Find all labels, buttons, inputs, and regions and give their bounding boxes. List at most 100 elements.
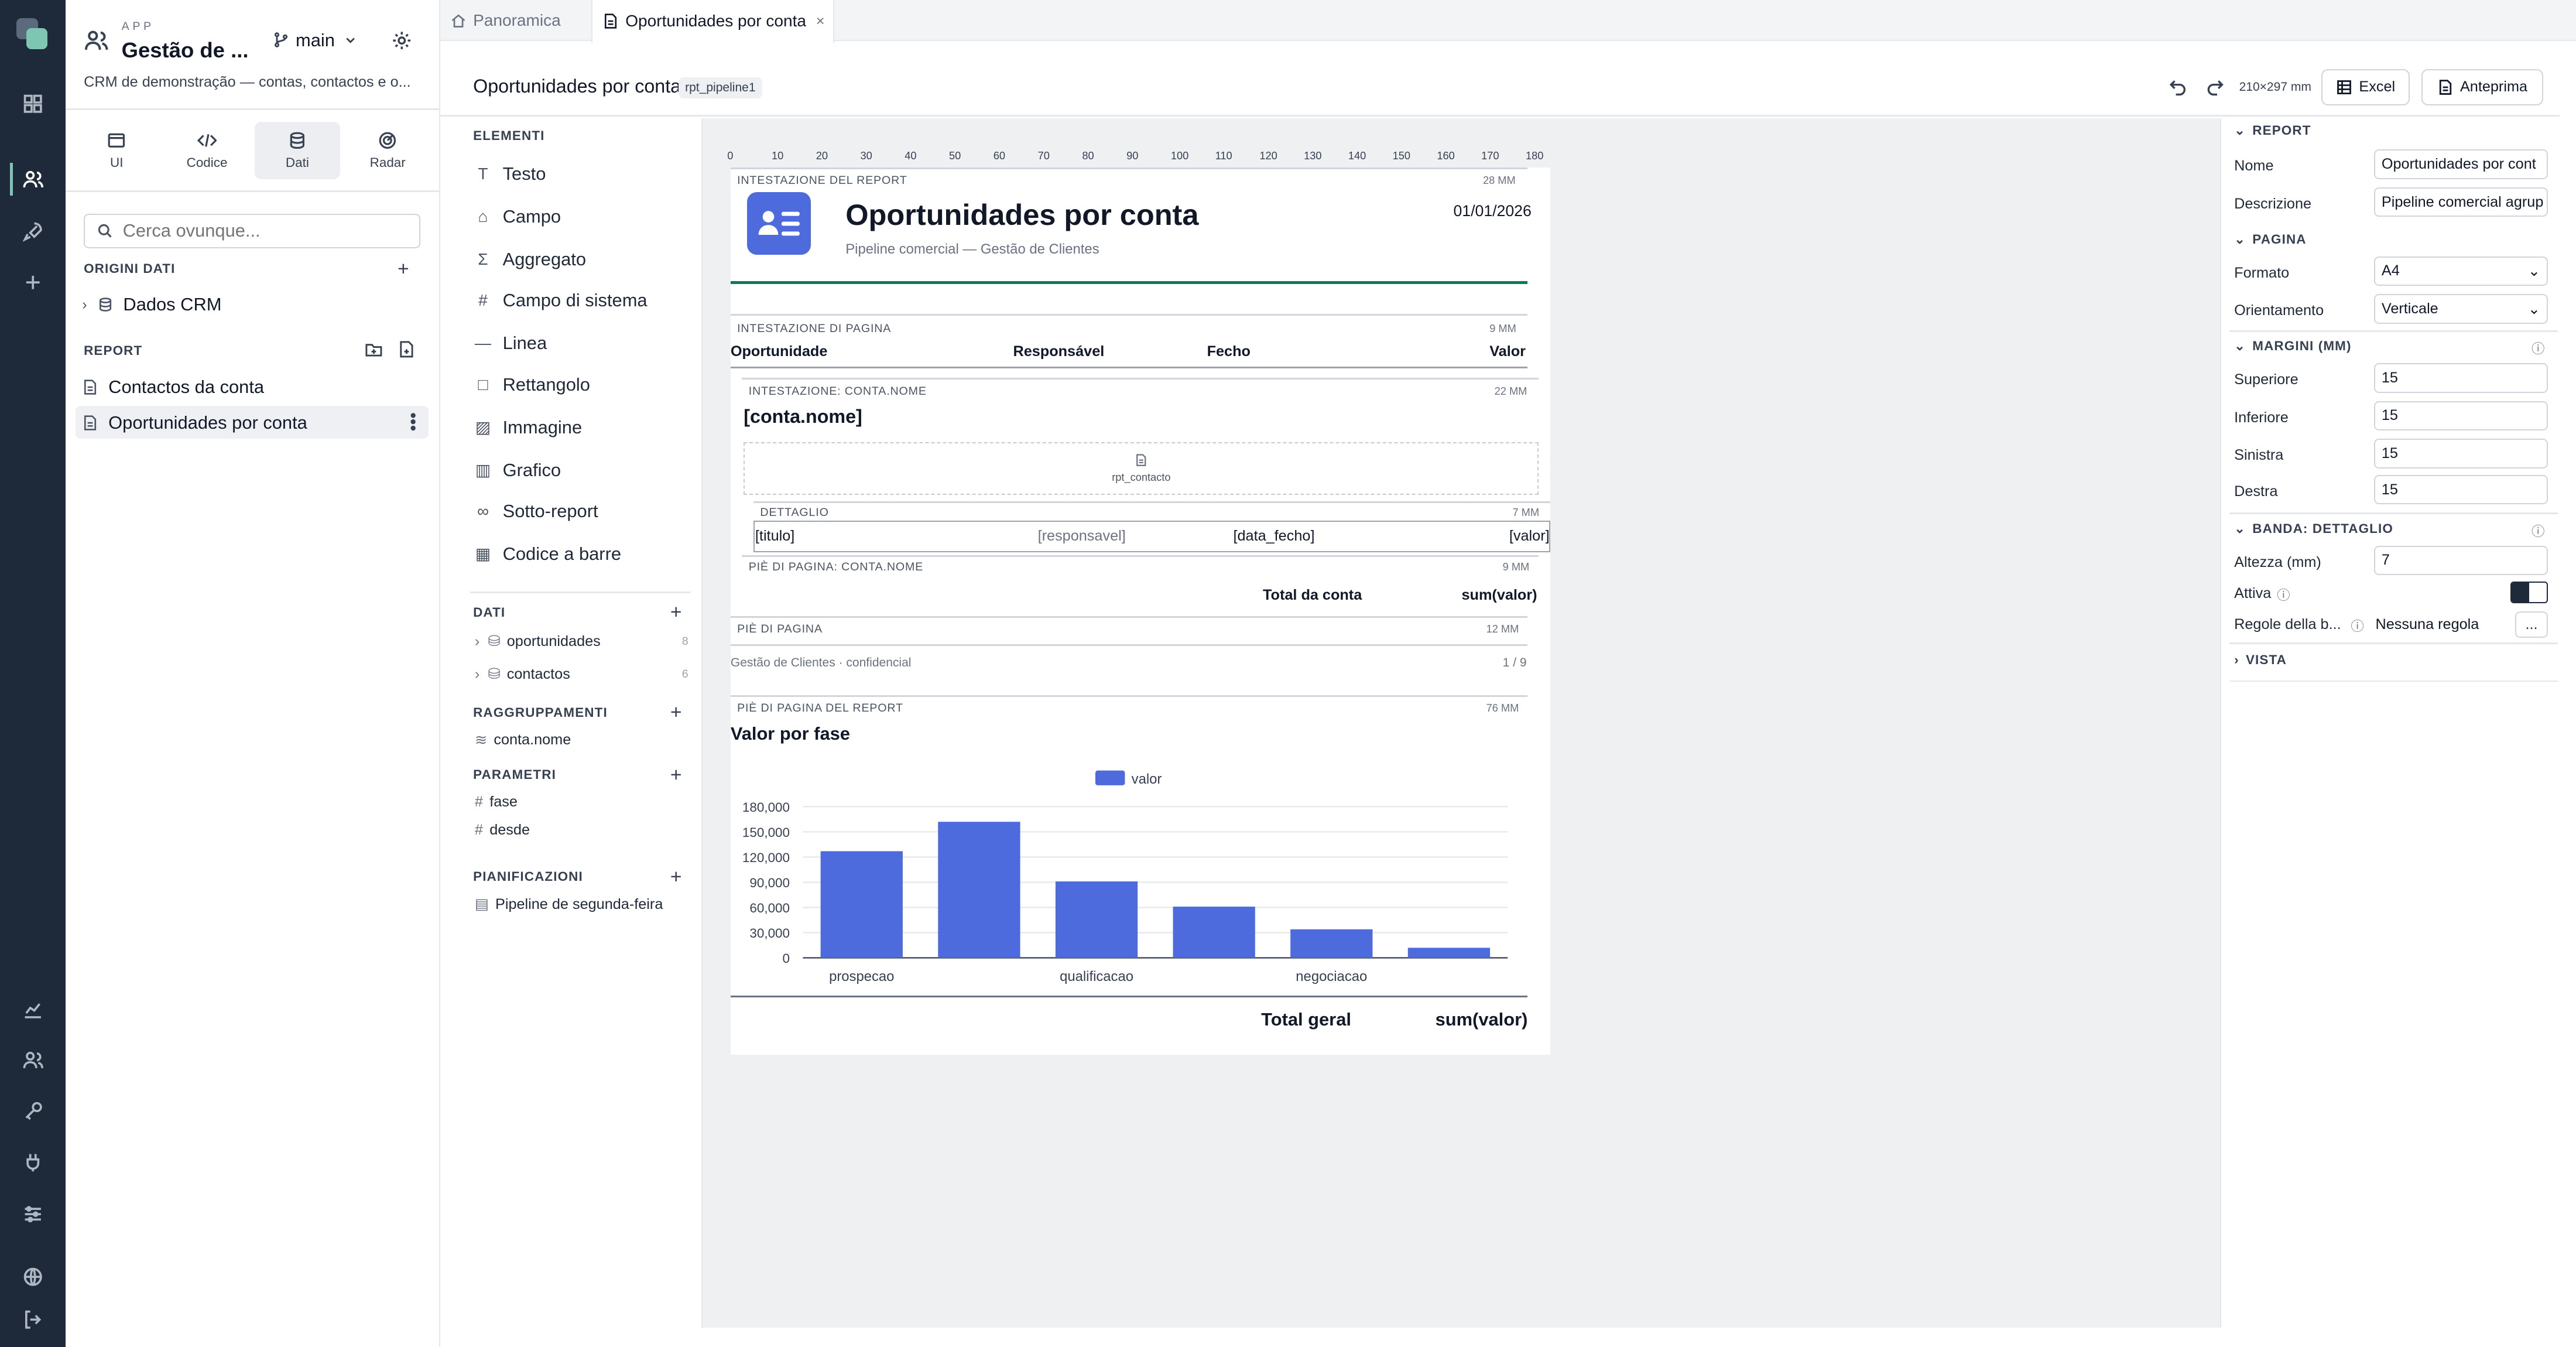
info-icon[interactable]: ⓘ xyxy=(2532,339,2544,357)
add-data-plus-icon[interactable]: + xyxy=(670,601,682,624)
mode-tab-code[interactable]: Codice xyxy=(165,122,250,179)
plug-icon[interactable] xyxy=(16,1146,49,1178)
group-item[interactable]: ≋ conta.nome xyxy=(475,731,571,749)
excel-button[interactable]: Excel xyxy=(2321,69,2410,105)
undo-icon[interactable] xyxy=(2169,77,2188,97)
param-item[interactable]: # fase xyxy=(475,794,518,811)
schedule-item[interactable]: ▤ Pipeline de segunda-feira xyxy=(475,895,663,913)
group-total-value[interactable]: sum(valor) xyxy=(1462,587,1537,604)
sliders-icon[interactable] xyxy=(16,1198,49,1231)
add-param-plus-icon[interactable]: + xyxy=(670,764,682,787)
element-chart[interactable]: ▥ Grafico xyxy=(473,455,561,485)
name-input[interactable]: Oportunidades por cont xyxy=(2373,149,2548,179)
tab-report[interactable]: Oportunidades por conta × xyxy=(591,0,835,43)
group-total-label[interactable]: Total da conta xyxy=(1263,587,1362,604)
param-item[interactable]: # desde xyxy=(475,822,530,839)
branch-selector[interactable]: main xyxy=(273,30,358,51)
add-datasource-plus-icon[interactable]: + xyxy=(398,258,409,281)
section-margins[interactable]: ⌄ MARGINI (MM) xyxy=(2234,339,2351,354)
analytics-icon[interactable] xyxy=(16,993,49,1025)
report-subtitle[interactable]: Pipeline comercial — Gestão de Clientes xyxy=(845,241,1099,258)
preview-button[interactable]: Anteprima xyxy=(2421,69,2543,105)
close-tab-icon[interactable]: × xyxy=(816,13,825,30)
element-system-field[interactable]: # Campo di sistema xyxy=(473,286,647,316)
mode-tab-radar[interactable]: Radar xyxy=(345,122,430,179)
section-view[interactable]: › VISTA xyxy=(2234,652,2287,668)
data-item[interactable]: › ⛁ oportunidades 8 xyxy=(475,633,688,650)
detail-row[interactable] xyxy=(753,521,1551,552)
margin-top-input[interactable]: 15 xyxy=(2373,363,2548,393)
info-icon[interactable]: ⓘ xyxy=(2351,616,2363,635)
mode-tab-ui[interactable]: UI xyxy=(74,122,159,179)
info-icon[interactable]: ⓘ xyxy=(2532,521,2544,540)
element-rectangle[interactable]: □ Rettangolo xyxy=(473,370,590,399)
grand-total-label[interactable]: Total geral xyxy=(1261,1009,1351,1030)
column-header[interactable]: Fecho xyxy=(1207,343,1251,360)
info-icon[interactable]: ⓘ xyxy=(2277,585,2290,604)
globe-icon[interactable] xyxy=(16,1260,49,1293)
add-schedule-plus-icon[interactable]: + xyxy=(670,866,682,888)
bar-chart[interactable]: valor 180,000 150,000 120,000 90,000 60,000 30… xyxy=(731,751,1527,989)
search-box[interactable] xyxy=(84,213,421,248)
detail-field[interactable]: [data_fecho] xyxy=(1233,528,1314,545)
format-select[interactable]: A4 ⌄ xyxy=(2373,256,2548,286)
detail-field[interactable]: [titulo] xyxy=(755,528,794,545)
users-icon[interactable] xyxy=(16,163,49,196)
chart-title[interactable]: Valor por fase xyxy=(731,723,850,744)
margin-bottom-input[interactable]: 15 xyxy=(2373,401,2548,431)
prop-label: Superiore xyxy=(2234,371,2298,388)
search-input[interactable] xyxy=(122,220,402,242)
orientation-select[interactable]: Verticale ⌄ xyxy=(2373,294,2548,324)
active-toggle[interactable] xyxy=(2510,582,2548,603)
column-header[interactable]: Responsável xyxy=(1013,343,1104,360)
key-icon[interactable] xyxy=(16,1095,49,1127)
report-item[interactable]: Contactos da conta xyxy=(82,377,264,398)
plus-icon[interactable] xyxy=(16,266,49,299)
element-aggregate[interactable]: Σ Aggregato xyxy=(473,245,586,275)
subreport-placeholder[interactable]: rpt_contacto xyxy=(744,442,1539,495)
detail-field[interactable]: [responsavel] xyxy=(1038,528,1126,545)
section-band[interactable]: ⌄ BANDA: DETTAGLIO xyxy=(2234,521,2393,536)
margin-right-input[interactable]: 15 xyxy=(2373,474,2548,505)
data-item[interactable]: › ⛁ contactos 6 xyxy=(475,665,688,683)
rules-button[interactable]: ... xyxy=(2515,611,2548,638)
margin-left-input[interactable]: 15 xyxy=(2373,439,2548,469)
report-heading[interactable]: Oportunidades por conta xyxy=(845,197,1198,232)
x-tick-label: qualificacao xyxy=(1060,969,1133,984)
footer-text[interactable]: Gestão de Clientes · confidencial xyxy=(731,656,912,670)
detail-field[interactable]: [valor] xyxy=(1509,528,1550,545)
section-page[interactable]: ⌄ PAGINA xyxy=(2234,232,2307,247)
report-logo-icon[interactable] xyxy=(746,192,811,255)
rocket-icon[interactable] xyxy=(16,216,49,248)
description-input[interactable]: Pipeline comercial agrup xyxy=(2373,187,2548,217)
new-report-icon[interactable] xyxy=(398,340,416,358)
grand-total-value[interactable]: sum(valor) xyxy=(1436,1009,1528,1030)
page-number[interactable]: 1 / 9 xyxy=(1503,656,1527,670)
more-vertical-icon[interactable]: ••• xyxy=(403,412,424,431)
new-folder-icon[interactable] xyxy=(365,340,383,358)
dashboard-icon[interactable] xyxy=(16,87,49,120)
datasource-item[interactable]: › Dados CRM xyxy=(82,294,221,315)
app-logo[interactable] xyxy=(16,18,49,51)
section-report[interactable]: ⌄ REPORT xyxy=(2234,123,2311,138)
element-barcode[interactable]: ▦ Codice a barre xyxy=(473,539,621,569)
band-height-input[interactable]: 7 xyxy=(2373,545,2548,576)
column-header[interactable]: Oportunidade xyxy=(731,343,828,360)
team-icon[interactable] xyxy=(16,1044,49,1076)
element-text[interactable]: T Testo xyxy=(473,159,546,189)
element-image[interactable]: ▨ Immagine xyxy=(473,412,582,442)
element-field[interactable]: ⌂ Campo xyxy=(473,202,561,232)
header-rule[interactable] xyxy=(730,281,1527,285)
report-date[interactable]: 01/01/2026 xyxy=(1453,202,1531,220)
settings-gear-icon[interactable] xyxy=(391,30,412,51)
element-subreport[interactable]: ∞ Sotto-report xyxy=(473,496,598,526)
mode-tab-data[interactable]: Dati xyxy=(254,121,340,179)
tab-overview[interactable]: Panoramica xyxy=(440,0,591,41)
element-line[interactable]: — Linea xyxy=(473,329,547,358)
add-group-plus-icon[interactable]: + xyxy=(670,702,682,724)
redo-icon[interactable] xyxy=(2205,77,2225,97)
group-field[interactable]: [conta.nome] xyxy=(744,406,862,428)
column-header[interactable]: Valor xyxy=(1489,343,1526,360)
logout-icon[interactable] xyxy=(16,1303,49,1336)
report-item-active[interactable]: Oportunidades por conta xyxy=(82,412,307,433)
